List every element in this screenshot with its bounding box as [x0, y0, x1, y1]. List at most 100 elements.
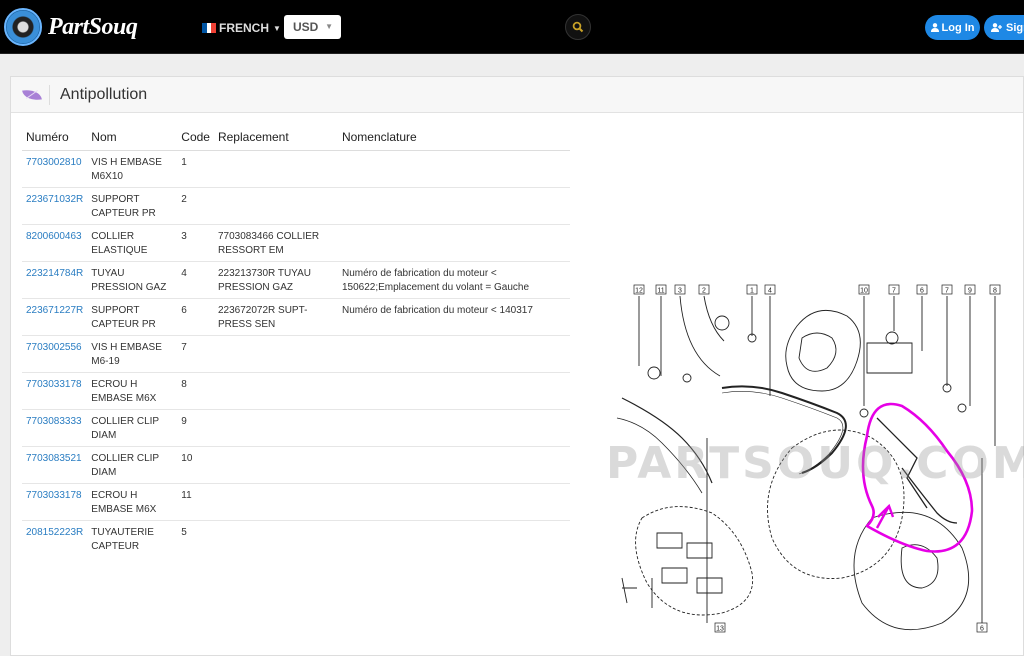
table-row: 223671227R SUPPORT CAPTEUR PR 6 223672072R … — [22, 298, 570, 336]
callout-label[interactable]: 1 — [750, 288, 754, 295]
part-code: 10 — [177, 446, 214, 484]
table-row: 223214784R TUYAU PRESSION GAZ 4 223213730R … — [22, 261, 570, 299]
part-name: SUPPORT CAPTEUR PR — [87, 187, 178, 225]
column-header-nomenclature[interactable]: Nomenclature — [337, 125, 570, 151]
part-name: ECROU H EMBASE M6X — [87, 483, 178, 521]
caret-down-icon: ▼ — [325, 22, 333, 31]
caret-down-icon: ▼ — [273, 23, 281, 33]
part-code: 5 — [181, 526, 187, 538]
signup-button[interactable]: Sign — [984, 15, 1024, 40]
part-code: 11 — [177, 483, 214, 521]
part-number-link[interactable]: 7703002810 — [22, 150, 88, 188]
top-navbar: PartSouq FRENCH ▼ USD ▼ Log In Sign — [0, 0, 1024, 54]
language-label: FRENCH — [219, 21, 269, 35]
parts-table: Numéro Nom Code Replacement Nomenclature… — [22, 125, 570, 557]
part-nomenclature — [337, 446, 570, 484]
part-name: ECROU H EMBASE M6X — [87, 372, 178, 410]
wheel-logo-icon — [4, 8, 42, 46]
column-header-numero[interactable]: Numéro — [22, 125, 88, 151]
part-nomenclature — [337, 150, 570, 188]
part-name: COLLIER CLIP DIAM — [87, 446, 178, 484]
column-header-nom[interactable]: Nom — [87, 125, 178, 151]
part-code: 1 — [177, 150, 214, 188]
callout-label[interactable]: 2 — [702, 288, 706, 295]
part-name: SUPPORT CAPTEUR PR — [87, 298, 178, 336]
table-row: 7703033178 ECROU H EMBASE M6X 8 — [22, 372, 570, 410]
table-row: 7703002810 VIS H EMBASE M6X10 1 — [22, 150, 570, 188]
table-row: 8200600463 COLLIER ELASTIQUE 3 7703083466 C… — [22, 224, 570, 262]
part-nomenclature — [337, 483, 570, 521]
currency-value: USD — [293, 20, 319, 34]
callout-label[interactable]: 10 — [860, 288, 868, 295]
language-selector[interactable]: FRENCH ▼ — [202, 21, 281, 35]
part-replacement — [213, 372, 338, 410]
brand-logo[interactable]: PartSouq — [4, 6, 154, 48]
watermark: PARTSOUQ.COM — [606, 438, 1024, 489]
part-replacement — [213, 335, 338, 373]
column-header-code[interactable]: Code — [177, 125, 214, 151]
part-nomenclature — [338, 520, 570, 557]
login-button[interactable]: Log In — [925, 15, 980, 40]
part-code: 3 — [177, 224, 214, 262]
part-number-link[interactable]: 7703083521 — [22, 446, 88, 484]
part-number-link[interactable]: 7703083333 — [22, 409, 88, 447]
part-nomenclature: Numéro de fabrication du moteur < 150622… — [337, 261, 570, 299]
page-title: Antipollution — [60, 85, 148, 103]
signup-label: Sign — [1006, 21, 1024, 34]
part-number-link[interactable]: 223671032R — [22, 187, 88, 225]
part-number-link[interactable]: 7703002556 — [22, 335, 88, 373]
part-code: 9 — [177, 409, 214, 447]
part-number-link[interactable]: 223214784R — [22, 261, 88, 299]
part-name: COLLIER ELASTIQUE — [87, 224, 178, 262]
callout-label[interactable]: 13 — [716, 626, 724, 633]
callout-label[interactable]: 9 — [968, 288, 972, 295]
part-replacement: 7703083466 COLLIER RESSORT EM — [213, 224, 338, 262]
part-number-link[interactable]: 223671227R — [22, 298, 88, 336]
panel-header: Antipollution — [11, 77, 1023, 113]
part-name: TUYAUTERIE CAPTEUR — [91, 526, 154, 552]
currency-select[interactable]: USD ▼ — [284, 15, 341, 39]
part-nomenclature — [337, 372, 570, 410]
search-icon — [572, 21, 584, 33]
header-divider — [49, 84, 50, 105]
part-number-link[interactable]: 7703033178 — [22, 372, 88, 410]
part-code: 2 — [177, 187, 214, 225]
leaf-icon — [22, 87, 42, 102]
callout-label[interactable]: 7 — [945, 288, 949, 295]
part-code: 8 — [177, 372, 214, 410]
part-number-link[interactable]: 208152223R — [22, 520, 87, 557]
table-header-row: Numéro Nom Code Replacement Nomenclature — [22, 125, 570, 151]
french-flag-icon — [202, 23, 217, 33]
callout-label[interactable]: 6 — [920, 288, 924, 295]
part-name: COLLIER CLIP DIAM — [87, 409, 178, 447]
part-replacement: 223213730R TUYAU PRESSION GAZ — [213, 261, 338, 299]
part-name: VIS H EMBASE M6-19 — [87, 335, 178, 373]
part-nomenclature — [337, 224, 570, 262]
part-nomenclature — [337, 335, 570, 373]
part-replacement — [213, 409, 338, 447]
table-row: 7703083333 COLLIER CLIP DIAM 9 — [22, 409, 570, 447]
callout-label[interactable]: 3 — [678, 288, 682, 295]
part-replacement — [213, 446, 338, 484]
callout-label[interactable]: 6 — [980, 626, 984, 633]
part-replacement: 223672072R SUPT-PRESS SEN — [213, 298, 338, 336]
brand-name: PartSouq — [48, 13, 138, 40]
callout-label[interactable]: 4 — [768, 288, 772, 295]
callout-label[interactable]: 12 — [635, 288, 643, 295]
part-replacement — [214, 520, 338, 557]
part-replacement — [213, 150, 338, 188]
part-number-link[interactable]: 7703033178 — [22, 483, 88, 521]
part-nomenclature — [337, 187, 570, 225]
callout-label[interactable]: 8 — [993, 288, 997, 295]
callout-label[interactable]: 7 — [892, 288, 896, 295]
table-row: 7703002556 VIS H EMBASE M6-19 7 — [22, 335, 570, 373]
search-button[interactable] — [565, 14, 591, 40]
part-number-link[interactable]: 8200600463 — [22, 224, 88, 262]
part-code: 7 — [177, 335, 214, 373]
table-row: 208152223R TUYAUTERIE CAPTEUR 5 — [22, 520, 570, 557]
callout-label[interactable]: 11 — [657, 288, 664, 295]
user-plus-icon — [991, 23, 1002, 32]
column-header-replacement[interactable]: Replacement — [213, 125, 338, 151]
part-code: 4 — [177, 261, 214, 299]
part-name: TUYAU PRESSION GAZ — [87, 261, 178, 299]
